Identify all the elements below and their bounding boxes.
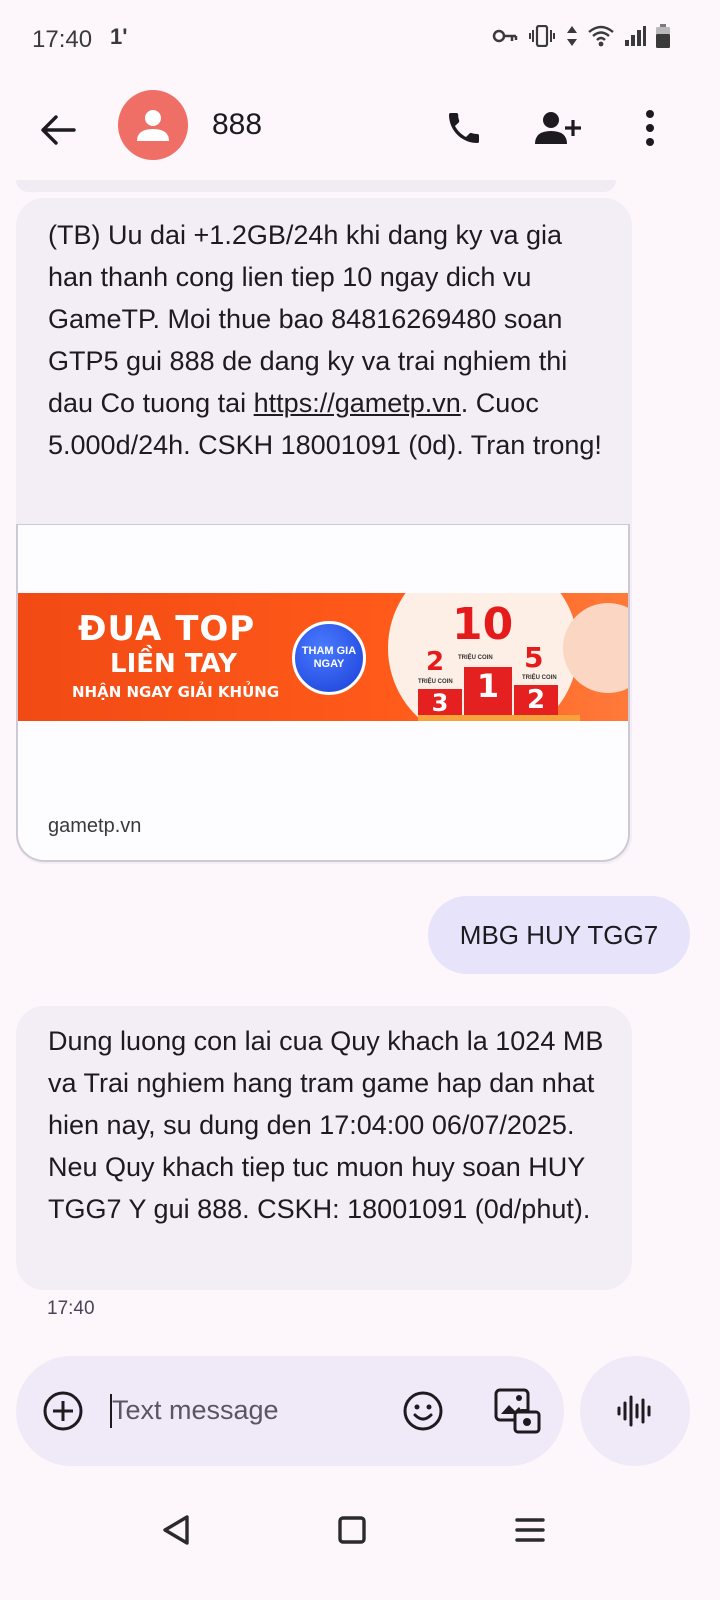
messages-screen: 17:40 1' 888 (TB) Uu dai +1.2GB/24h khi … [0,0,720,1600]
podium-step-center: 1 [464,667,512,721]
conversation-header: 888 [0,80,720,190]
outgoing-message-bubble[interactable]: MBG HUY TGG7 [428,896,690,974]
data-arrows-icon [566,25,578,47]
status-icons [492,24,670,48]
signal-icon [624,25,646,47]
contact-avatar[interactable] [118,90,188,160]
add-circle-icon [43,1391,83,1431]
nav-menu-icon [515,1518,545,1542]
call-button[interactable] [436,100,492,156]
preview-domain: gametp.vn [48,815,142,837]
nav-home-button[interactable] [328,1506,376,1554]
message-text: (TB) Uu dai +1.2GB/24h khi dang ky va gi… [48,214,608,466]
add-person-icon [535,112,581,144]
incoming-message-bubble[interactable]: Dung luong con lai cua Quy khach la 1024… [16,1006,632,1290]
vibrate-icon [528,25,556,47]
prize-unit: TRIỆU COIN [418,679,453,685]
message-link[interactable]: https://gametp.vn [254,388,461,418]
message-text: Dung luong con lai cua Quy khach la 1024… [48,1026,604,1224]
system-nav-bar [0,1490,720,1600]
status-bar: 17:40 1' [0,0,720,80]
first-prize: 10 [452,599,514,650]
key-icon [492,27,518,45]
message-timestamp: 17:40 [47,1298,95,1319]
nav-home-icon [338,1516,366,1544]
status-indicator: 1' [110,24,128,49]
banner-title: ĐUA TOP [78,609,256,649]
wifi-icon [588,25,614,47]
link-preview-card[interactable]: ĐUA TOP LIỀN TAY NHẬN NGAY GIẢI KHỦNG TH… [16,524,630,862]
message-input[interactable] [112,1390,382,1430]
emoji-button[interactable] [400,1388,446,1434]
prize-unit: TRIỆU COIN [522,675,557,681]
banner-cta-badge: THAM GIA NGAY [292,621,366,695]
phone-icon [449,113,479,143]
status-time: 17:40 [32,26,93,53]
more-options-button[interactable] [628,100,672,156]
nav-recents-button[interactable] [506,1506,554,1554]
prize-unit: TRIỆU COIN [458,655,493,661]
voice-waveform-icon [617,1395,651,1427]
voice-message-button[interactable] [580,1356,690,1466]
nav-back-button[interactable] [152,1506,200,1554]
message-text: MBG HUY TGG7 [459,919,659,950]
contact-name[interactable]: 888 [212,108,262,142]
more-vert-icon [646,110,654,146]
third-prize: 5 [524,641,544,674]
gallery-icon [494,1388,541,1434]
person-icon [137,110,169,141]
add-contact-button[interactable] [528,100,588,156]
prize-podium: 10 2 5 TRIỆU COIN TRIỆU COIN TRIỆU COIN … [418,599,588,721]
preview-banner-image: ĐUA TOP LIỀN TAY NHẬN NGAY GIẢI KHỦNG TH… [18,593,628,721]
previous-message-edge [16,180,616,192]
back-arrow-icon [41,115,76,145]
banner-decoration [418,715,580,721]
message-composer [16,1356,564,1466]
battery-icon [656,24,670,48]
attach-button[interactable] [40,1388,86,1434]
emoji-icon [403,1391,443,1431]
banner-title: LIỀN TAY [110,649,237,679]
gallery-button[interactable] [490,1384,544,1438]
back-button[interactable] [30,102,86,158]
banner-subtitle: NHẬN NGAY GIẢI KHỦNG [72,683,280,701]
nav-back-icon [163,1515,189,1545]
second-prize: 2 [426,647,445,677]
